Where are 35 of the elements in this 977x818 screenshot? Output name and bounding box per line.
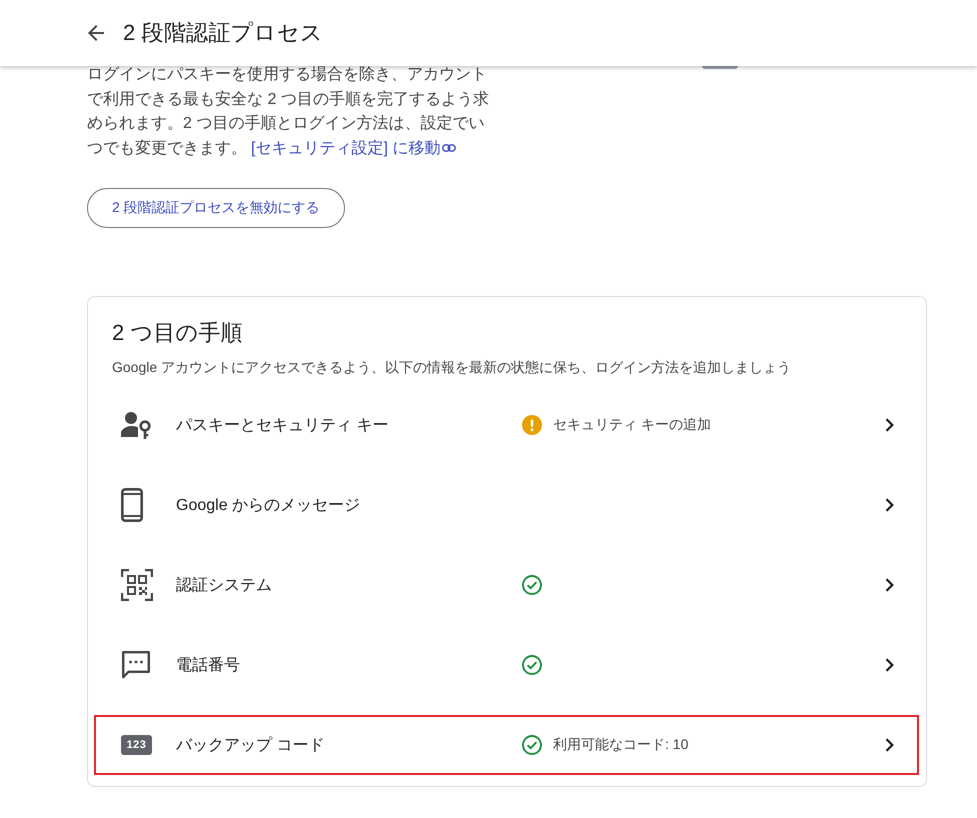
intro-text: ログインにパスキーを使用する場合を除き、アカウントで利用できる最も安全な 2 つ目の手順を完了するよう求められます。2 つ目の手順とログイン方法は、設定でいつでも変更できます。 [セキュリティ設定] に移動 xyxy=(87,65,490,158)
security-settings-link[interactable]: [セキュリティ設定] に移動 xyxy=(251,140,456,156)
illustration-edge xyxy=(702,66,738,69)
page-title: 2 段階認証プロセス xyxy=(123,19,324,47)
chevron-right-icon xyxy=(885,738,894,752)
number-badge: 123 xyxy=(121,735,152,755)
back-arrow-icon[interactable] xyxy=(88,25,104,41)
link-icon xyxy=(442,144,456,152)
chevron-right-icon xyxy=(885,578,894,592)
step-label: Google からのメッセージ xyxy=(176,496,362,516)
check-circle-icon xyxy=(522,655,542,675)
step-status: セキュリティ キーの追加 xyxy=(553,416,711,434)
check-circle-icon xyxy=(522,575,542,595)
person-key-icon xyxy=(121,411,151,439)
step-label: バックアップ コード xyxy=(176,736,326,756)
chevron-right-icon xyxy=(885,658,894,672)
chat-bubble-icon xyxy=(121,650,151,680)
turn-off-button[interactable]: 2 段階認証プロセスを無効にする xyxy=(87,188,345,228)
warning-icon xyxy=(522,415,542,435)
qr-code-icon xyxy=(121,569,153,601)
step-label: 電話番号 xyxy=(176,656,241,676)
chevron-right-icon xyxy=(885,418,894,432)
step-status: 利用可能なコード: 10 xyxy=(553,736,688,754)
second-step-row[interactable]: パスキーとセキュリティ キー セキュリティ キーの追加 xyxy=(94,395,919,455)
card-subtitle: Google アカウントにアクセスできるよう、以下の情報を最新の状態に保ち、ログイン方法を追加しましょう xyxy=(112,358,792,377)
check-circle-icon xyxy=(522,735,542,755)
second-step-row[interactable]: 認証システム xyxy=(94,555,919,615)
second-step-row[interactable]: Google からのメッセージ xyxy=(94,475,919,535)
step-label: 認証システム xyxy=(176,576,273,596)
second-step-row[interactable]: 電話番号 xyxy=(94,635,919,695)
chevron-right-icon xyxy=(885,498,894,512)
second-step-row[interactable]: 123 バックアップ コード 利用可能なコード: 10 xyxy=(94,715,919,775)
smartphone-icon xyxy=(121,488,143,522)
step-label: パスキーとセキュリティ キー xyxy=(176,416,390,436)
card-title: 2 つ目の手順 xyxy=(112,319,244,347)
